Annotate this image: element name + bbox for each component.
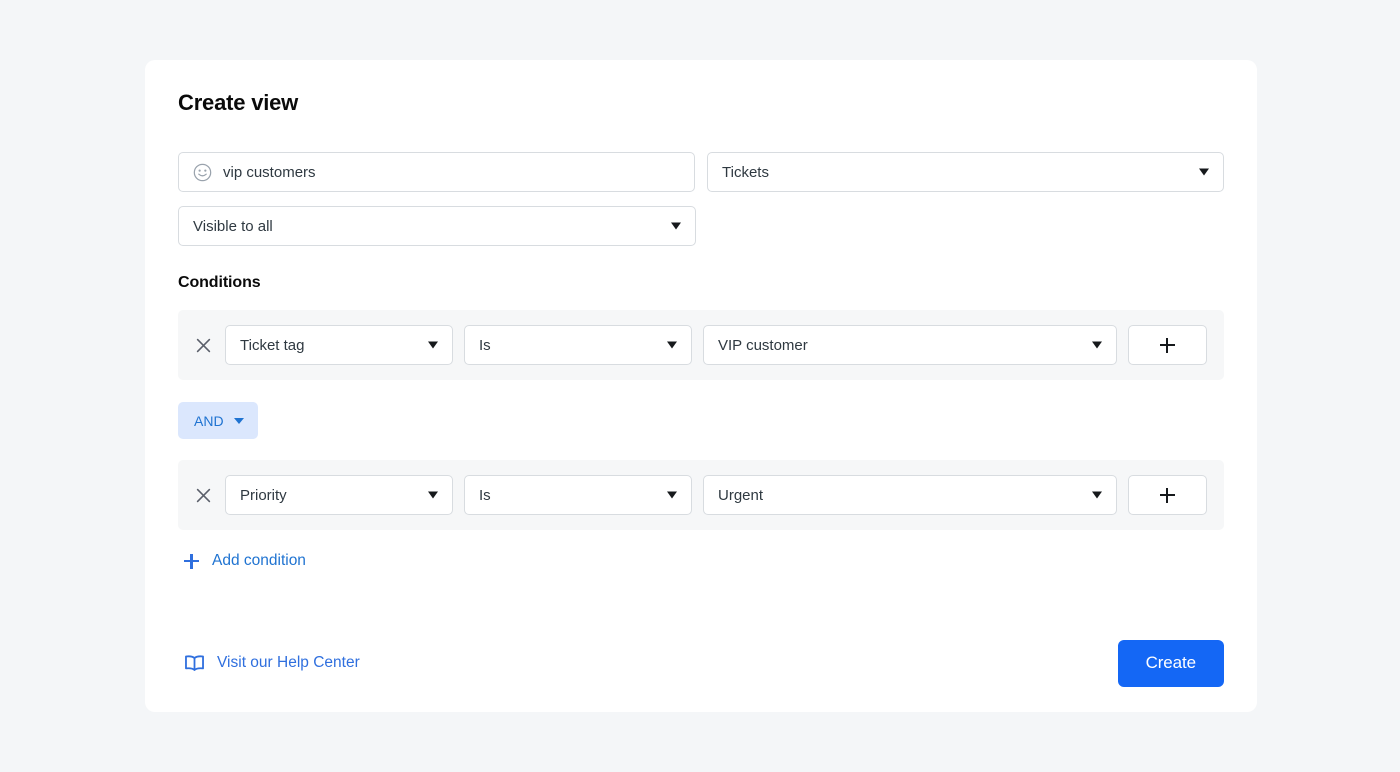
view-type-value: Tickets	[722, 163, 769, 181]
add-condition-inline-button[interactable]	[1128, 325, 1207, 366]
chevron-down-icon[interactable]	[667, 341, 677, 349]
view-type-select[interactable]: Tickets	[707, 152, 1224, 193]
chevron-down-icon[interactable]	[428, 341, 438, 349]
condition-operator-value: Is	[479, 336, 491, 354]
condition-row: Priority Is Urgent	[178, 460, 1224, 531]
visibility-row: Visible to all	[178, 206, 1224, 247]
plus-icon	[1160, 487, 1175, 503]
visibility-value: Visible to all	[193, 217, 273, 235]
condition-operator-select[interactable]: Is	[464, 325, 692, 366]
card-footer: Visit our Help Center Create	[178, 638, 1224, 688]
conjunction-select[interactable]: AND	[178, 402, 258, 440]
condition-field-select[interactable]: Ticket tag	[225, 325, 453, 366]
condition-field-value: Priority	[240, 486, 287, 504]
add-condition-link[interactable]: Add condition	[184, 552, 306, 570]
help-center-link[interactable]: Visit our Help Center	[184, 654, 360, 672]
condition-operator-select[interactable]: Is	[464, 475, 692, 516]
condition-operator-value: Is	[479, 486, 491, 504]
condition-value-value: Urgent	[718, 486, 764, 504]
page-title: Create view	[178, 90, 299, 115]
close-x-icon	[196, 488, 210, 503]
conditions-heading: Conditions	[178, 274, 261, 292]
help-center-label: Visit our Help Center	[217, 654, 360, 671]
conjunction-label: AND	[194, 412, 224, 429]
condition-value-value: VIP customer	[718, 336, 808, 354]
condition-row: Ticket tag Is VIP customer	[178, 310, 1224, 381]
close-x-icon	[196, 338, 210, 353]
chevron-down-icon[interactable]	[1092, 341, 1102, 349]
view-name-value: vip customers	[223, 163, 316, 181]
view-name-input[interactable]: vip customers	[178, 152, 695, 193]
book-icon	[185, 655, 204, 671]
chevron-down-icon[interactable]	[1199, 168, 1209, 176]
create-button[interactable]: Create	[1117, 639, 1224, 687]
remove-condition-button[interactable]	[192, 484, 214, 506]
add-condition-label: Add condition	[212, 552, 306, 570]
smiley-face-icon[interactable]	[193, 163, 212, 182]
plus-icon	[1160, 337, 1175, 353]
remove-condition-button[interactable]	[192, 334, 214, 356]
condition-field-value: Ticket tag	[240, 336, 305, 354]
name-and-type-row: vip customers Tickets	[178, 152, 1224, 193]
condition-field-select[interactable]: Priority	[225, 475, 453, 516]
plus-icon	[184, 553, 199, 569]
condition-value-select[interactable]: VIP customer	[703, 325, 1117, 366]
conjunction-row: AND	[178, 380, 1224, 460]
visibility-select[interactable]: Visible to all	[178, 206, 696, 247]
condition-value-select[interactable]: Urgent	[703, 475, 1117, 516]
chevron-down-icon[interactable]	[1092, 491, 1102, 499]
chevron-down-icon	[233, 417, 244, 424]
create-view-card: Create view vip customers Tickets Visibl	[145, 60, 1257, 712]
chevron-down-icon[interactable]	[671, 222, 681, 230]
chevron-down-icon[interactable]	[667, 491, 677, 499]
add-condition-inline-button[interactable]	[1128, 475, 1207, 516]
chevron-down-icon[interactable]	[428, 491, 438, 499]
